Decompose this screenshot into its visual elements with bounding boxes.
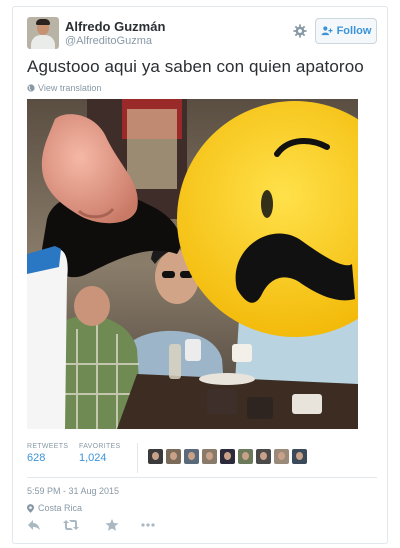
tweet-location[interactable]: Costa Rica — [27, 503, 82, 513]
favoriter-avatar[interactable] — [166, 449, 181, 464]
user-name[interactable]: Alfredo Guzmán — [65, 19, 165, 34]
follow-label: Follow — [336, 25, 372, 37]
retweets-stat[interactable]: RETWEETS 628 — [27, 443, 68, 464]
favoriter-avatar[interactable] — [238, 449, 253, 464]
location-label: Costa Rica — [38, 503, 83, 513]
favoriter-avatar[interactable] — [184, 449, 199, 464]
gear-icon[interactable] — [293, 24, 307, 38]
user-handle[interactable]: @AlfreditoGuzma — [65, 35, 152, 47]
follow-button[interactable]: Follow — [315, 18, 377, 44]
favoriter-avatar[interactable] — [148, 449, 163, 464]
favorites-stat[interactable]: FAVORITES 1,024 — [79, 443, 120, 464]
favorites-count: 1,024 — [79, 452, 107, 464]
favorite-star-icon[interactable] — [105, 519, 119, 531]
view-translation-link[interactable]: View translation — [27, 83, 101, 93]
favoriter-avatar[interactable] — [274, 449, 289, 464]
favorites-label: FAVORITES — [79, 443, 121, 450]
view-translation-label: View translation — [38, 83, 102, 93]
tweet-text: Agustooo aqui ya saben con quien apatoro… — [27, 57, 364, 76]
favoriter-avatar[interactable] — [220, 449, 235, 464]
favoriter-avatar[interactable] — [256, 449, 271, 464]
retweet-icon[interactable] — [63, 519, 79, 531]
stats-divider — [137, 443, 138, 473]
follow-person-icon — [321, 26, 333, 36]
favoriter-avatar[interactable] — [292, 449, 307, 464]
tweet-card: Alfredo Guzmán @AlfreditoGuzma Follow Ag… — [12, 6, 388, 544]
favoriter-avatars — [148, 449, 307, 464]
favoriter-avatar[interactable] — [202, 449, 217, 464]
retweets-count: 628 — [27, 452, 46, 464]
more-dots-icon[interactable] — [141, 519, 155, 531]
globe-icon — [27, 84, 35, 92]
avatar[interactable] — [27, 17, 59, 49]
tweet-timestamp[interactable]: 5:59 PM - 31 Aug 2015 — [27, 486, 119, 496]
location-pin-icon — [27, 503, 34, 513]
tweet-photo[interactable] — [27, 99, 358, 429]
tweet-stats: RETWEETS 628 FAVORITES 1,024 — [27, 443, 377, 473]
retweets-label: RETWEETS — [27, 443, 69, 450]
reply-icon[interactable] — [27, 519, 41, 531]
divider — [27, 477, 377, 478]
